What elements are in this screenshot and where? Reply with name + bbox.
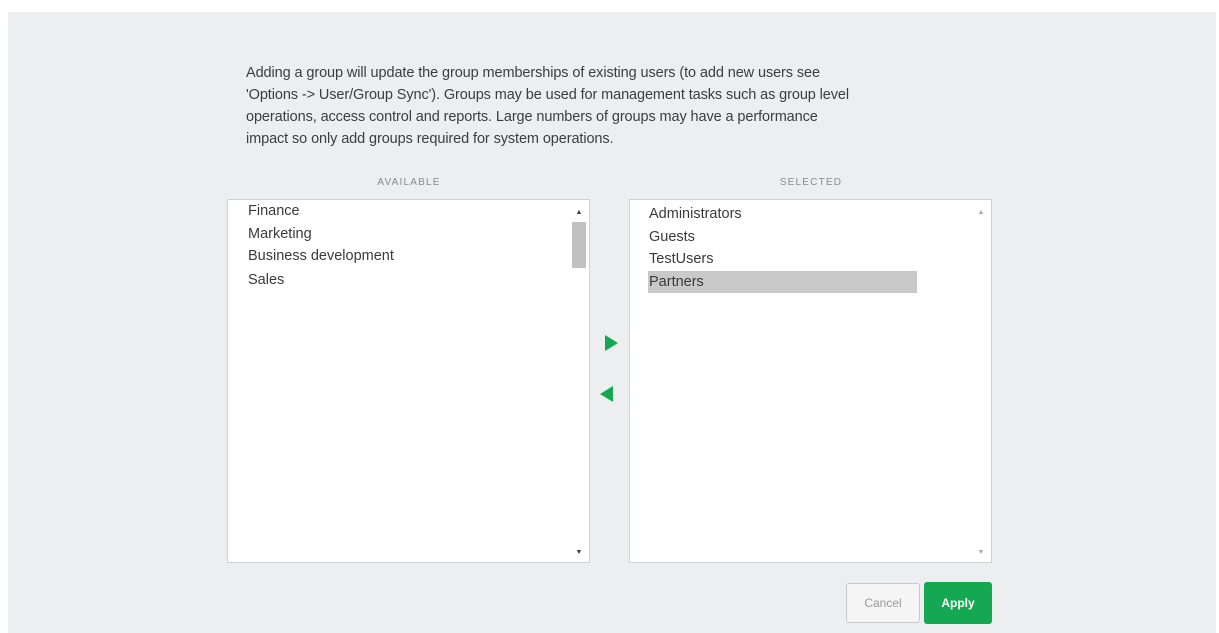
add-to-selected-button[interactable]: [601, 333, 621, 353]
selected-scrollbar[interactable]: ▲ ▼: [971, 200, 991, 562]
selected-item-administrators[interactable]: Administrators: [648, 203, 917, 225]
apply-button[interactable]: Apply: [924, 582, 992, 624]
available-item-finance[interactable]: Finance: [248, 200, 300, 222]
available-list: Finance Marketing Business development S…: [228, 200, 569, 562]
scroll-thumb[interactable]: [572, 222, 586, 268]
triangle-left-icon: [600, 386, 613, 402]
selected-item-guests[interactable]: Guests: [648, 226, 917, 248]
available-scrollbar[interactable]: ▲ ▼: [569, 200, 589, 562]
scroll-up-arrow-icon[interactable]: ▲: [971, 206, 991, 220]
available-header: AVAILABLE: [377, 177, 441, 188]
selected-listbox[interactable]: Administrators Guests TestUsers Partners…: [629, 199, 992, 563]
description-text: Adding a group will update the group mem…: [246, 62, 986, 150]
available-item-sales[interactable]: Sales: [248, 269, 284, 291]
scroll-up-arrow-icon[interactable]: ▲: [569, 206, 589, 220]
available-item-business-development[interactable]: Business development: [248, 245, 394, 267]
description-line: Adding a group will update the group mem…: [246, 65, 820, 81]
scroll-down-arrow-icon[interactable]: ▼: [569, 546, 589, 560]
selected-item-partners[interactable]: Partners: [648, 271, 917, 293]
cancel-button[interactable]: Cancel: [846, 583, 920, 623]
description-line: operations, access control and reports. …: [246, 109, 818, 125]
triangle-right-icon: [605, 335, 618, 351]
available-listbox[interactable]: Finance Marketing Business development S…: [227, 199, 590, 563]
remove-from-selected-button[interactable]: [597, 384, 617, 404]
description-line: impact so only add groups required for s…: [246, 131, 614, 147]
selected-header: SELECTED: [779, 177, 843, 188]
available-item-marketing[interactable]: Marketing: [248, 223, 312, 245]
selected-list: Administrators Guests TestUsers Partners: [630, 200, 971, 562]
scroll-down-arrow-icon[interactable]: ▼: [971, 546, 991, 560]
selected-item-testusers[interactable]: TestUsers: [648, 248, 917, 270]
description-line: 'Options -> User/Group Sync'). Groups ma…: [246, 87, 850, 103]
